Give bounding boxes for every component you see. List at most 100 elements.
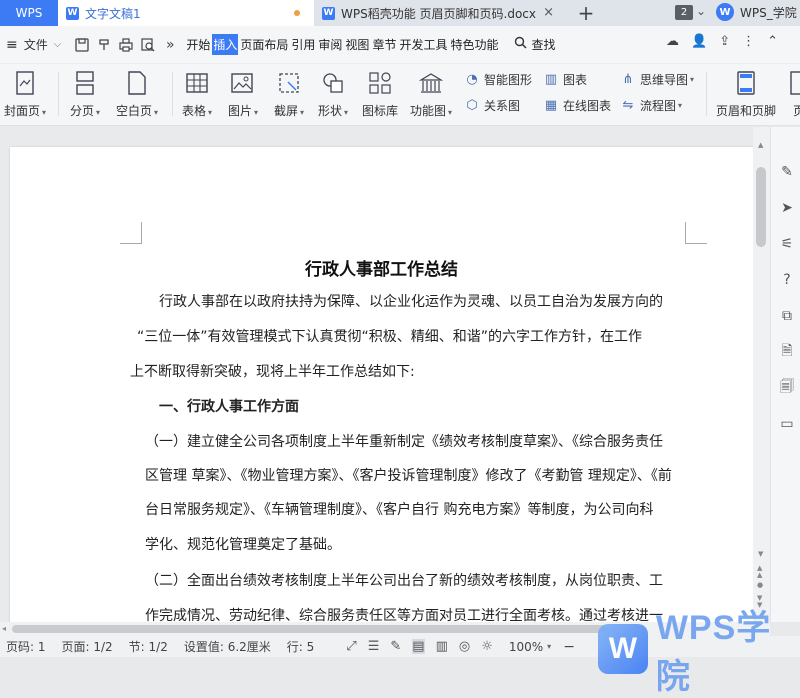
- print-icon[interactable]: [115, 34, 137, 56]
- user-account[interactable]: W WPS_学院: [716, 3, 797, 21]
- chart-button[interactable]: ▥ 图表: [543, 71, 587, 88]
- chevron-down-icon: ⌵: [53, 39, 62, 50]
- page-view-icon[interactable]: ▤: [412, 639, 425, 654]
- mind-map-button[interactable]: ⋔ 思维导图 ▾: [620, 71, 694, 88]
- paragraph-line: 学化、规范化管理奠定了基础。: [145, 537, 341, 553]
- chevron-up-icon[interactable]: ⌃: [767, 34, 778, 49]
- picture-button[interactable]: 图片 ▾: [228, 70, 258, 119]
- chevron-down-icon[interactable]: ⌄: [696, 4, 706, 18]
- new-tab-button[interactable]: +: [564, 0, 608, 26]
- header-footer-button[interactable]: 页眉和页脚: [716, 70, 776, 119]
- fullscreen-icon[interactable]: ⤢: [346, 639, 356, 654]
- scroll-up-icon[interactable]: ▲: [758, 141, 763, 149]
- format-painter-icon[interactable]: [93, 34, 115, 56]
- pages-status[interactable]: 页面: 1/2: [62, 638, 113, 655]
- screenshot-button[interactable]: 截屏 ▾: [274, 70, 304, 119]
- file-menu-label: 文件: [23, 38, 48, 52]
- section-heading: 一、行政人事工作方面: [159, 399, 299, 415]
- archive-icon[interactable]: ▭: [778, 415, 796, 433]
- search-button[interactable]: 查找: [514, 36, 556, 53]
- online-chart-icon: ▦: [544, 98, 558, 113]
- web-view-icon[interactable]: ◎: [459, 639, 470, 654]
- flowchart-icon: ⇋: [622, 98, 634, 113]
- shapes-icon[interactable]: ⧉: [778, 307, 796, 325]
- tab-chapter[interactable]: 章节: [371, 34, 397, 55]
- page-number-button[interactable]: 页: [786, 70, 800, 119]
- eye-protect-icon[interactable]: ☼: [481, 639, 493, 654]
- print-preview-icon[interactable]: [137, 34, 159, 56]
- scroll-down-icon[interactable]: ▼: [758, 550, 763, 558]
- outline-icon[interactable]: ☰: [368, 639, 380, 654]
- icon-library-button[interactable]: 图标库: [362, 70, 398, 119]
- table-button[interactable]: 表格 ▾: [182, 70, 212, 119]
- online-chart-button[interactable]: ▦ 在线图表: [543, 97, 611, 114]
- function-chart-button[interactable]: 功能图 ▾: [410, 70, 452, 119]
- picture-label: 图片: [228, 104, 253, 118]
- paragraph-line: （一）建立健全公司各项制度上半年重新制定《绩效考核制度草案》、《综合服务责任: [145, 434, 663, 450]
- ribbon-divider: [172, 72, 173, 116]
- tab-document-2[interactable]: W WPS稻壳功能 页眉页脚和页码.docx ×: [314, 0, 564, 26]
- tab-view[interactable]: 视图: [344, 34, 370, 55]
- more-quick-access-icon[interactable]: »: [159, 34, 181, 56]
- header-footer-label: 页眉和页脚: [716, 104, 777, 118]
- blank-page-button[interactable]: 空白页 ▾: [116, 70, 158, 119]
- section-status[interactable]: 节: 1/2: [129, 638, 168, 655]
- icon-library-icon: [367, 70, 393, 96]
- window-count-badge[interactable]: 2: [675, 5, 693, 20]
- select-browse-object-icon[interactable]: ●: [757, 582, 763, 589]
- document-page[interactable]: 行政人事部工作总结 行政人事部在以政府扶持为保障、以企业化运作为灵魂、以员工自治…: [10, 147, 753, 622]
- flowchart-button[interactable]: ⇋ 流程图 ▾: [620, 97, 682, 114]
- relation-chart-button[interactable]: ⬡ 关系图: [464, 97, 520, 114]
- smart-shape-button[interactable]: ◔ 智能图形: [464, 71, 532, 88]
- mind-map-label: 思维导图: [640, 73, 689, 87]
- blank-page-label: 空白页: [116, 104, 153, 118]
- unsaved-dot-icon: [294, 10, 300, 16]
- horizontal-scroll-thumb[interactable]: [12, 625, 608, 633]
- cursor-icon[interactable]: ➤: [778, 199, 796, 217]
- zoom-selector[interactable]: 100% ▾: [509, 640, 551, 654]
- shape-label: 形状: [318, 104, 343, 118]
- vertical-scrollbar[interactable]: ▲ ▼ ▲ ▲ ● ▼ ▼: [753, 127, 770, 622]
- document-canvas[interactable]: 行政人事部工作总结 行政人事部在以政府扶持为保障、以企业化运作为灵魂、以员工自治…: [0, 127, 770, 622]
- row-status[interactable]: 行: 5: [287, 638, 315, 655]
- scroll-left-icon[interactable]: ◂: [2, 624, 6, 633]
- ribbon-divider: [706, 72, 707, 116]
- prev-page-icon[interactable]: ▲ ▲: [757, 565, 762, 579]
- close-icon[interactable]: ×: [543, 5, 554, 20]
- cloud-sync-icon[interactable]: ☁: [666, 34, 679, 49]
- tab-home[interactable]: 开始: [185, 34, 211, 55]
- scroll-thumb[interactable]: [756, 167, 766, 247]
- pen-icon[interactable]: ✎: [778, 163, 796, 181]
- wps-home-tab[interactable]: WPS: [0, 0, 58, 26]
- document-title: 行政人事部工作总结: [305, 260, 458, 280]
- tab-review[interactable]: 审阅: [317, 34, 343, 55]
- file-menu[interactable]: ≡ 文件 ⌵: [6, 36, 61, 53]
- tab-developer[interactable]: 开发工具: [398, 34, 448, 55]
- document-settings-icon[interactable]: 🗎: [778, 343, 796, 361]
- page-number-status[interactable]: 页码: 1: [6, 638, 46, 655]
- tab-insert[interactable]: 插入: [212, 34, 239, 55]
- writer-doc-icon: W: [66, 6, 79, 20]
- edit-mode-icon[interactable]: ✎: [390, 639, 401, 654]
- tab-special-features[interactable]: 特色功能: [449, 34, 499, 55]
- zoom-out-button[interactable]: −: [563, 639, 575, 655]
- shape-button[interactable]: 形状 ▾: [318, 70, 348, 119]
- caret-down-icon: ▾: [154, 108, 159, 117]
- share-icon[interactable]: ⇪: [719, 34, 730, 49]
- collaborate-icon[interactable]: 👤: [691, 34, 707, 49]
- cover-page-button[interactable]: 封面页 ▾: [4, 70, 46, 119]
- tab-page-layout[interactable]: 页面布局: [239, 34, 289, 55]
- tab-references[interactable]: 引用: [290, 34, 316, 55]
- help-icon[interactable]: ?: [778, 271, 796, 289]
- caret-down-icon: ▾: [208, 108, 213, 117]
- save-icon[interactable]: [71, 34, 93, 56]
- page-number-label: 页: [792, 104, 800, 118]
- adjust-icon[interactable]: ⚟: [778, 235, 796, 253]
- more-menu-icon[interactable]: ⋮: [742, 34, 755, 49]
- reading-view-icon[interactable]: ▥: [436, 639, 448, 654]
- setting-value-status[interactable]: 设置值: 6.2厘米: [184, 638, 271, 655]
- flowchart-label: 流程图: [640, 99, 677, 113]
- tab-document-1[interactable]: W 文字文稿1: [58, 0, 314, 26]
- document-search-icon[interactable]: 🗐: [778, 379, 796, 397]
- page-break-button[interactable]: 分页 ▾: [70, 70, 100, 119]
